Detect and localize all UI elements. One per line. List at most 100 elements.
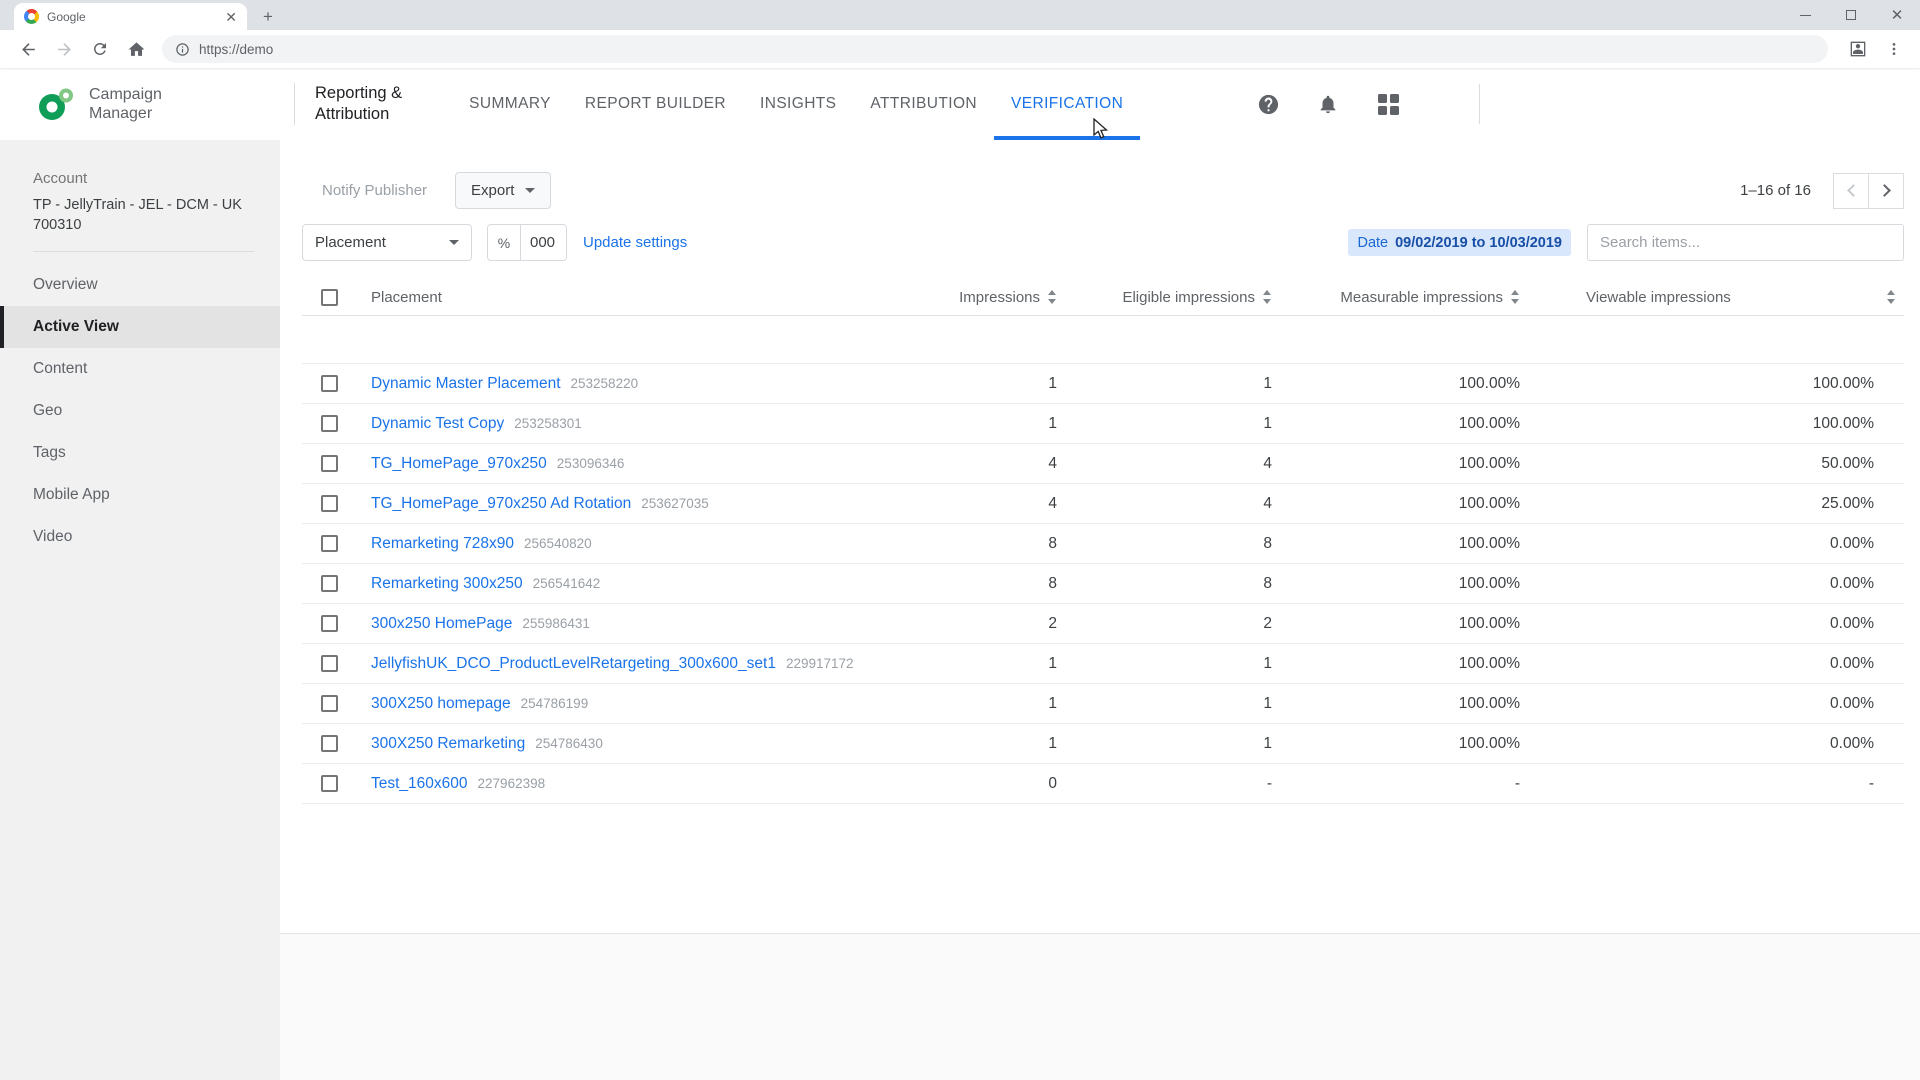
site-info-icon[interactable] <box>175 42 190 57</box>
tab-title: Google <box>47 10 217 24</box>
impressions-value: 8 <box>885 575 1065 593</box>
header-end-divider <box>1479 84 1480 124</box>
prev-page-icon[interactable] <box>1833 173 1869 209</box>
table-row: 300X250 homepage 254786199 1 1 100.00% 0… <box>302 684 1904 724</box>
close-icon[interactable]: ✕ <box>1874 0 1920 30</box>
column-viewable-impressions[interactable]: Viewable impressions <box>1528 289 1904 306</box>
eligible-impressions-value: 1 <box>1065 375 1280 393</box>
row-checkbox[interactable] <box>321 695 338 712</box>
column-measurable-impressions[interactable]: Measurable impressions <box>1280 289 1528 306</box>
placement-link[interactable]: Remarketing 728x90 <box>371 535 514 553</box>
placement-link[interactable]: Test_160x600 <box>371 775 468 793</box>
sidebar-item-video[interactable]: Video <box>0 516 280 558</box>
browser-tab[interactable]: Google ✕ <box>14 3 247 30</box>
viewable-impressions-value: 100.00% <box>1528 375 1904 393</box>
tab-summary[interactable]: SUMMARY <box>452 68 568 140</box>
eligible-impressions-value: - <box>1065 775 1280 793</box>
date-filter-chip[interactable]: Date 09/02/2019 to 10/03/2019 <box>1348 229 1571 256</box>
placement-link[interactable]: Dynamic Test Copy <box>371 415 504 433</box>
placement-link[interactable]: 300X250 Remarketing <box>371 735 525 753</box>
eligible-impressions-value: 4 <box>1065 495 1280 513</box>
table-row: 300X250 Remarketing 254786430 1 1 100.00… <box>302 724 1904 764</box>
row-checkbox[interactable] <box>321 455 338 472</box>
row-checkbox[interactable] <box>321 575 338 592</box>
sidebar-item-active-view[interactable]: Active View <box>0 306 280 348</box>
account-label: Account <box>33 170 254 187</box>
sort-icon[interactable] <box>1262 290 1272 304</box>
home-icon[interactable] <box>120 33 152 65</box>
tab-attribution[interactable]: ATTRIBUTION <box>853 68 994 140</box>
sort-icon[interactable] <box>1047 290 1057 304</box>
forward-icon[interactable] <box>48 33 80 65</box>
export-button[interactable]: Export <box>455 172 551 209</box>
measurable-impressions-value: 100.00% <box>1280 655 1528 673</box>
reload-icon[interactable] <box>84 33 116 65</box>
placement-link[interactable]: 300x250 HomePage <box>371 615 512 633</box>
row-checkbox[interactable] <box>321 615 338 632</box>
address-bar[interactable]: https://demo <box>162 35 1828 63</box>
back-icon[interactable] <box>12 33 44 65</box>
column-impressions[interactable]: Impressions <box>885 289 1065 306</box>
eligible-impressions-value: 1 <box>1065 735 1280 753</box>
sidebar-item-tags[interactable]: Tags <box>0 432 280 474</box>
notifications-icon[interactable] <box>1315 91 1341 117</box>
row-checkbox[interactable] <box>321 535 338 552</box>
column-eligible-impressions[interactable]: Eligible impressions <box>1065 289 1280 306</box>
placement-link[interactable]: JellyfishUK_DCO_ProductLevelRetargeting_… <box>371 655 776 673</box>
impressions-value: 4 <box>885 495 1065 513</box>
tab-report-builder[interactable]: REPORT BUILDER <box>568 68 743 140</box>
row-checkbox[interactable] <box>321 495 338 512</box>
sidebar-item-content[interactable]: Content <box>0 348 280 390</box>
sort-icon[interactable] <box>1886 290 1896 304</box>
placement-link[interactable]: TG_HomePage_970x250 <box>371 455 547 473</box>
impressions-value: 1 <box>885 695 1065 713</box>
sidebar-item-overview[interactable]: Overview <box>0 264 280 306</box>
placement-link[interactable]: 300X250 homepage <box>371 695 511 713</box>
action-toolbar: Notify Publisher Export 1–16 of 16 <box>302 172 1904 209</box>
percent-input[interactable] <box>521 225 566 260</box>
viewable-impressions-value: 25.00% <box>1528 495 1904 513</box>
sidebar-item-geo[interactable]: Geo <box>0 390 280 432</box>
next-page-icon[interactable] <box>1868 173 1904 209</box>
placement-id: 253258220 <box>571 376 639 391</box>
placement-link[interactable]: Dynamic Master Placement <box>371 375 561 393</box>
new-tab-icon[interactable]: + <box>255 4 281 30</box>
measurable-impressions-value: 100.00% <box>1280 415 1528 433</box>
row-checkbox[interactable] <box>321 415 338 432</box>
measurable-impressions-value: 100.00% <box>1280 575 1528 593</box>
tab-verification[interactable]: VERIFICATION <box>994 68 1140 140</box>
select-all-checkbox[interactable] <box>321 289 338 306</box>
eligible-impressions-value: 4 <box>1065 455 1280 473</box>
export-caret-icon <box>525 188 535 193</box>
update-settings-link[interactable]: Update settings <box>583 234 687 251</box>
sort-icon[interactable] <box>1510 290 1520 304</box>
viewable-impressions-value: 0.00% <box>1528 615 1904 633</box>
minimize-icon[interactable] <box>1782 0 1828 30</box>
search-input[interactable] <box>1587 224 1904 261</box>
row-checkbox[interactable] <box>321 655 338 672</box>
apps-grid-icon[interactable] <box>1375 91 1401 117</box>
table-row: TG_HomePage_970x250 253096346 4 4 100.00… <box>302 444 1904 484</box>
row-checkbox[interactable] <box>321 775 338 792</box>
tab-insights[interactable]: INSIGHTS <box>743 68 853 140</box>
dimension-select[interactable]: Placement <box>302 224 472 261</box>
tab-close-icon[interactable]: ✕ <box>225 10 237 24</box>
placement-link[interactable]: Remarketing 300x250 <box>371 575 523 593</box>
placement-link[interactable]: TG_HomePage_970x250 Ad Rotation <box>371 495 631 513</box>
viewable-impressions-value: 0.00% <box>1528 735 1904 753</box>
row-checkbox[interactable] <box>321 375 338 392</box>
notify-publisher-button[interactable]: Notify Publisher <box>322 182 427 199</box>
section-title: Reporting & Attribution <box>295 68 402 140</box>
profile-icon[interactable] <box>1842 33 1874 65</box>
sidebar-item-mobile-app[interactable]: Mobile App <box>0 474 280 516</box>
help-icon[interactable] <box>1255 91 1281 117</box>
google-favicon <box>24 9 39 24</box>
row-checkbox[interactable] <box>321 735 338 752</box>
column-placement[interactable]: Placement <box>371 289 885 306</box>
viewable-impressions-value: 0.00% <box>1528 535 1904 553</box>
impressions-value: 4 <box>885 455 1065 473</box>
maximize-icon[interactable] <box>1828 0 1874 30</box>
measurable-impressions-value: 100.00% <box>1280 615 1528 633</box>
browser-menu-icon[interactable] <box>1878 33 1910 65</box>
measurable-impressions-value: - <box>1280 775 1528 793</box>
